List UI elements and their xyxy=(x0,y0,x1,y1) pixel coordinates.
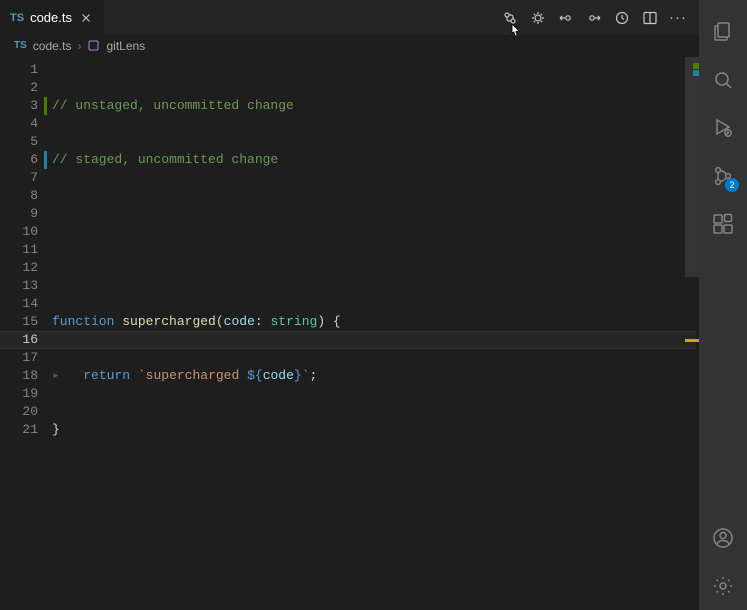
overview-ruler[interactable] xyxy=(685,57,699,610)
code-content[interactable]: // unstaged, uncommitted change // stage… xyxy=(52,57,699,610)
search-icon[interactable] xyxy=(699,56,747,104)
comment-staged: // staged, uncommitted change xyxy=(52,152,278,167)
next-change-icon[interactable] xyxy=(581,5,607,31)
extensions-icon[interactable] xyxy=(699,200,747,248)
close-icon[interactable] xyxy=(78,10,94,26)
breadcrumb-file: code.ts xyxy=(33,39,72,53)
file-annotations-icon[interactable] xyxy=(525,5,551,31)
line-gutter: 123456789101112131415161718192021 xyxy=(0,57,52,610)
account-icon[interactable] xyxy=(699,514,747,562)
tab-bar: TS code.ts · xyxy=(0,0,699,35)
comment-unstaged: // unstaged, uncommitted change xyxy=(52,98,294,113)
run-debug-icon[interactable] xyxy=(699,104,747,152)
code-editor[interactable]: 123456789101112131415161718192021 // uns… xyxy=(0,57,699,610)
revision-nav-icon[interactable] xyxy=(609,5,635,31)
settings-gear-icon[interactable] xyxy=(699,562,747,610)
source-control-icon[interactable]: 2 xyxy=(699,152,747,200)
breadcrumb[interactable]: TS code.ts › gitLens xyxy=(0,35,699,57)
ts-lang-badge: TS xyxy=(10,12,24,24)
breadcrumb-symbol: gitLens xyxy=(106,39,145,53)
ts-lang-badge: TS xyxy=(14,40,27,51)
tab-label: code.ts xyxy=(30,10,72,25)
chevron-right-icon: › xyxy=(77,39,81,53)
editor-toolbar: ··· xyxy=(497,0,699,35)
explorer-icon[interactable] xyxy=(699,8,747,56)
activity-bar: 2 xyxy=(699,0,747,610)
split-editor-icon[interactable] xyxy=(637,5,663,31)
open-changes-icon[interactable] xyxy=(497,5,523,31)
prev-change-icon[interactable] xyxy=(553,5,579,31)
symbol-function-icon xyxy=(87,39,100,52)
scm-badge: 2 xyxy=(725,178,739,192)
tab-code-ts[interactable]: TS code.ts xyxy=(0,0,105,35)
more-actions-icon[interactable]: ··· xyxy=(665,5,691,31)
editor-group: TS code.ts · xyxy=(0,0,699,610)
